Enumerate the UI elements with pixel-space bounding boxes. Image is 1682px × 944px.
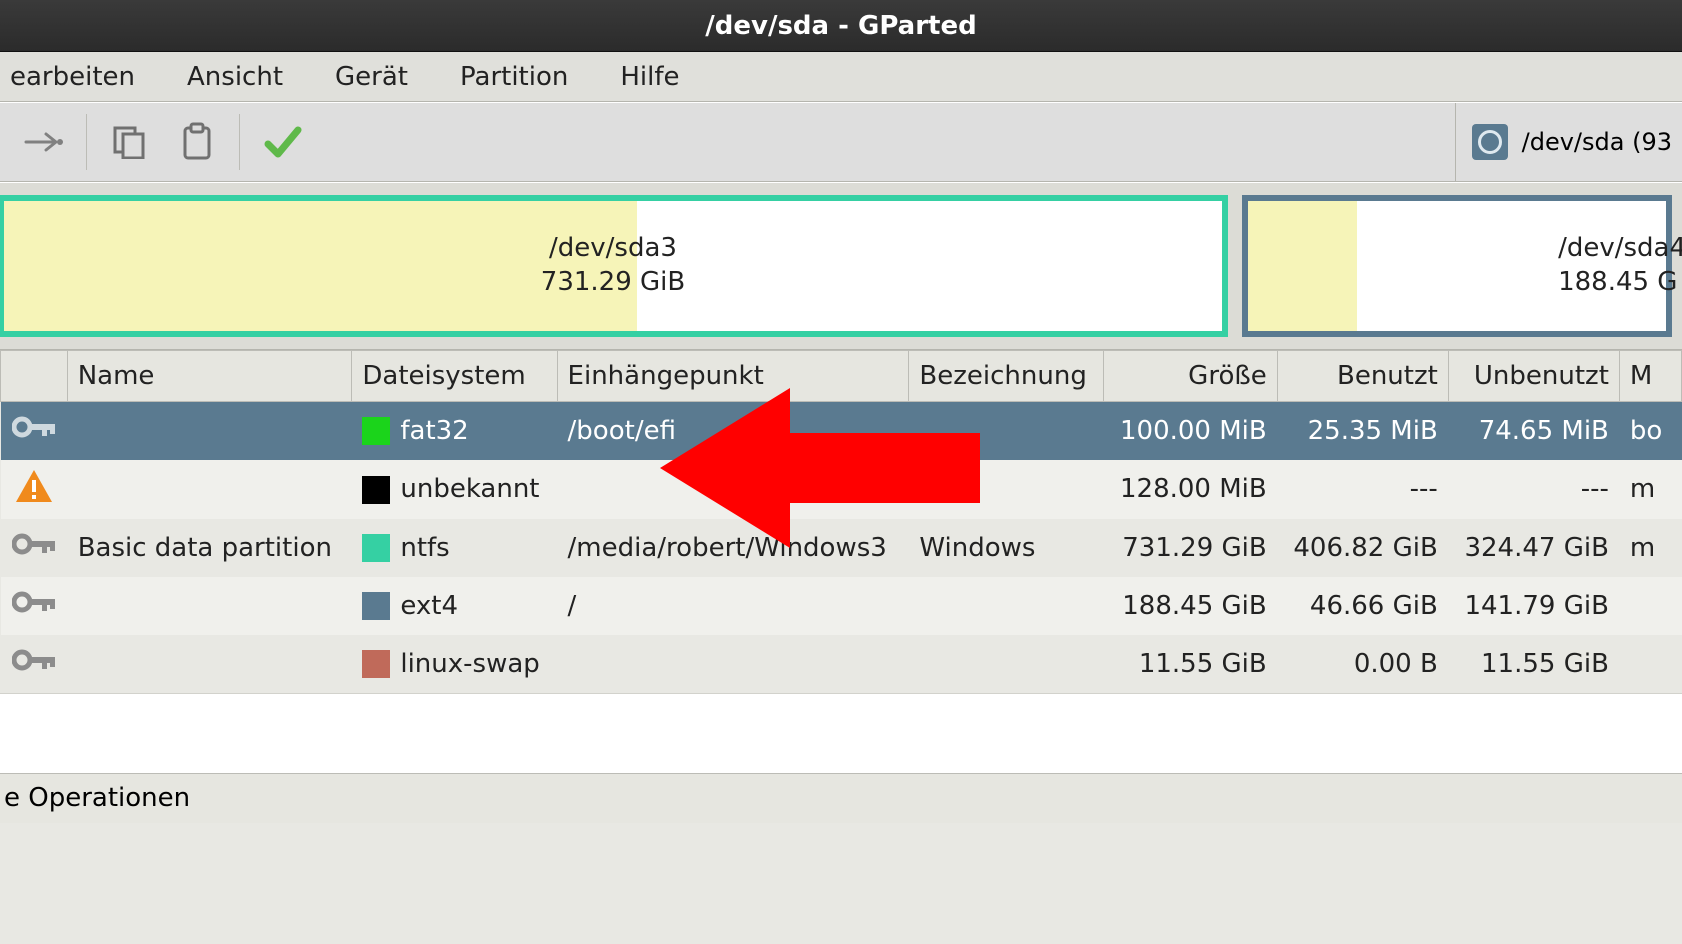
partition-mountpoint	[557, 460, 909, 519]
map-label-size: 731.29 GiB	[541, 266, 685, 300]
new-partition-button[interactable]	[16, 114, 72, 170]
map-label-name: /dev/sda3	[541, 232, 685, 266]
warning-icon	[1, 460, 68, 519]
fs-color-swatch	[362, 476, 390, 504]
partition-name	[67, 635, 352, 693]
partition-size: 731.29 GiB	[1104, 519, 1277, 577]
partition-row[interactable]: linux-swap 11.55 GiB 0.00 B 11.55 GiB	[1, 635, 1682, 693]
partition-used: 46.66 GiB	[1277, 577, 1448, 635]
apply-button[interactable]	[254, 114, 310, 170]
menu-partition[interactable]: Partition	[454, 58, 574, 96]
menu-edit[interactable]: earbeiten	[4, 58, 141, 96]
partition-filesystem: linux-swap	[352, 635, 557, 693]
partition-flags	[1619, 635, 1681, 693]
fs-color-swatch	[362, 592, 390, 620]
partition-used: 406.82 GiB	[1277, 519, 1448, 577]
partition-filesystem: fat32	[352, 402, 557, 460]
menu-view[interactable]: Ansicht	[181, 58, 289, 96]
col-mountpoint[interactable]: Einhängepunkt	[557, 351, 909, 402]
pending-operations-label: e Operationen	[4, 783, 190, 813]
key-icon	[1, 577, 68, 635]
partition-unused: 74.65 MiB	[1448, 402, 1619, 460]
partition-filesystem: ntfs	[352, 519, 557, 577]
map-label-size: 188.45 G	[1558, 266, 1682, 300]
partition-unused: 141.79 GiB	[1448, 577, 1619, 635]
device-selector-label: /dev/sda (93	[1522, 128, 1672, 156]
partition-table: Name Dateisystem Einhängepunkt Bezeichnu…	[0, 350, 1682, 693]
partition-map-sda4[interactable]: /dev/sda4 188.45 G	[1242, 195, 1672, 337]
partition-row[interactable]: ext4 / 188.45 GiB 46.66 GiB 141.79 GiB	[1, 577, 1682, 635]
partition-row[interactable]: fat32 /boot/efi 100.00 MiB 25.35 MiB 74.…	[1, 402, 1682, 460]
partition-unused: 11.55 GiB	[1448, 635, 1619, 693]
partition-mountpoint	[557, 635, 909, 693]
partition-name	[67, 460, 352, 519]
window-titlebar: /dev/sda - GParted	[0, 0, 1682, 52]
partition-name	[67, 577, 352, 635]
window-title: /dev/sda - GParted	[705, 11, 976, 41]
col-filesystem[interactable]: Dateisystem	[352, 351, 557, 402]
toolbar-separator	[239, 114, 240, 170]
map-label-name: /dev/sda4	[1558, 232, 1682, 266]
partition-mountpoint: /boot/efi	[557, 402, 909, 460]
partition-unused: ---	[1448, 460, 1619, 519]
partition-mountpoint: /media/robert/Windows3	[557, 519, 909, 577]
partition-size: 188.45 GiB	[1104, 577, 1277, 635]
menu-device[interactable]: Gerät	[329, 58, 414, 96]
key-icon	[1, 635, 68, 693]
paste-button[interactable]	[169, 114, 225, 170]
partition-label	[909, 635, 1104, 693]
partition-size: 128.00 MiB	[1104, 460, 1277, 519]
toolbar: /dev/sda (93	[0, 102, 1682, 182]
pending-area	[0, 693, 1682, 773]
partition-label: Windows	[909, 519, 1104, 577]
partition-mountpoint: /	[557, 577, 909, 635]
col-unused[interactable]: Unbenutzt	[1448, 351, 1619, 402]
partition-used: ---	[1277, 460, 1448, 519]
fs-color-swatch	[362, 534, 390, 562]
partition-row[interactable]: Basic data partition ntfs /media/robert/…	[1, 519, 1682, 577]
partition-flags: m	[1619, 460, 1681, 519]
device-selector[interactable]: /dev/sda (93	[1455, 103, 1672, 181]
fs-color-swatch	[362, 650, 390, 678]
partition-size: 11.55 GiB	[1104, 635, 1277, 693]
partition-unused: 324.47 GiB	[1448, 519, 1619, 577]
col-used[interactable]: Benutzt	[1277, 351, 1448, 402]
partition-name: Basic data partition	[67, 519, 352, 577]
col-name[interactable]: Name	[67, 351, 352, 402]
partition-map: /dev/sda3 731.29 GiB /dev/sda4 188.45 G	[0, 182, 1682, 350]
partition-used: 25.35 MiB	[1277, 402, 1448, 460]
partition-label	[909, 577, 1104, 635]
col-expander[interactable]	[1, 351, 68, 402]
partition-flags: m	[1619, 519, 1681, 577]
key-icon	[1, 519, 68, 577]
partition-name	[67, 402, 352, 460]
disk-icon	[1472, 124, 1508, 160]
col-label[interactable]: Bezeichnung	[909, 351, 1104, 402]
toolbar-separator	[86, 114, 87, 170]
fs-color-swatch	[362, 417, 390, 445]
menubar: earbeiten Ansicht Gerät Partition Hilfe	[0, 52, 1682, 102]
partition-map-sda3[interactable]: /dev/sda3 731.29 GiB	[0, 195, 1228, 337]
partition-flags	[1619, 577, 1681, 635]
partition-used: 0.00 B	[1277, 635, 1448, 693]
partition-row[interactable]: unbekannt 128.00 MiB --- --- m	[1, 460, 1682, 519]
partition-size: 100.00 MiB	[1104, 402, 1277, 460]
copy-button[interactable]	[101, 114, 157, 170]
partition-label	[909, 460, 1104, 519]
menu-help[interactable]: Hilfe	[614, 58, 685, 96]
partition-label	[909, 402, 1104, 460]
table-header-row: Name Dateisystem Einhängepunkt Bezeichnu…	[1, 351, 1682, 402]
partition-filesystem: ext4	[352, 577, 557, 635]
partition-flags: bo	[1619, 402, 1681, 460]
statusbar: e Operationen	[0, 773, 1682, 823]
col-size[interactable]: Größe	[1104, 351, 1277, 402]
partition-filesystem: unbekannt	[352, 460, 557, 519]
key-icon	[1, 402, 68, 460]
col-flags[interactable]: M	[1619, 351, 1681, 402]
